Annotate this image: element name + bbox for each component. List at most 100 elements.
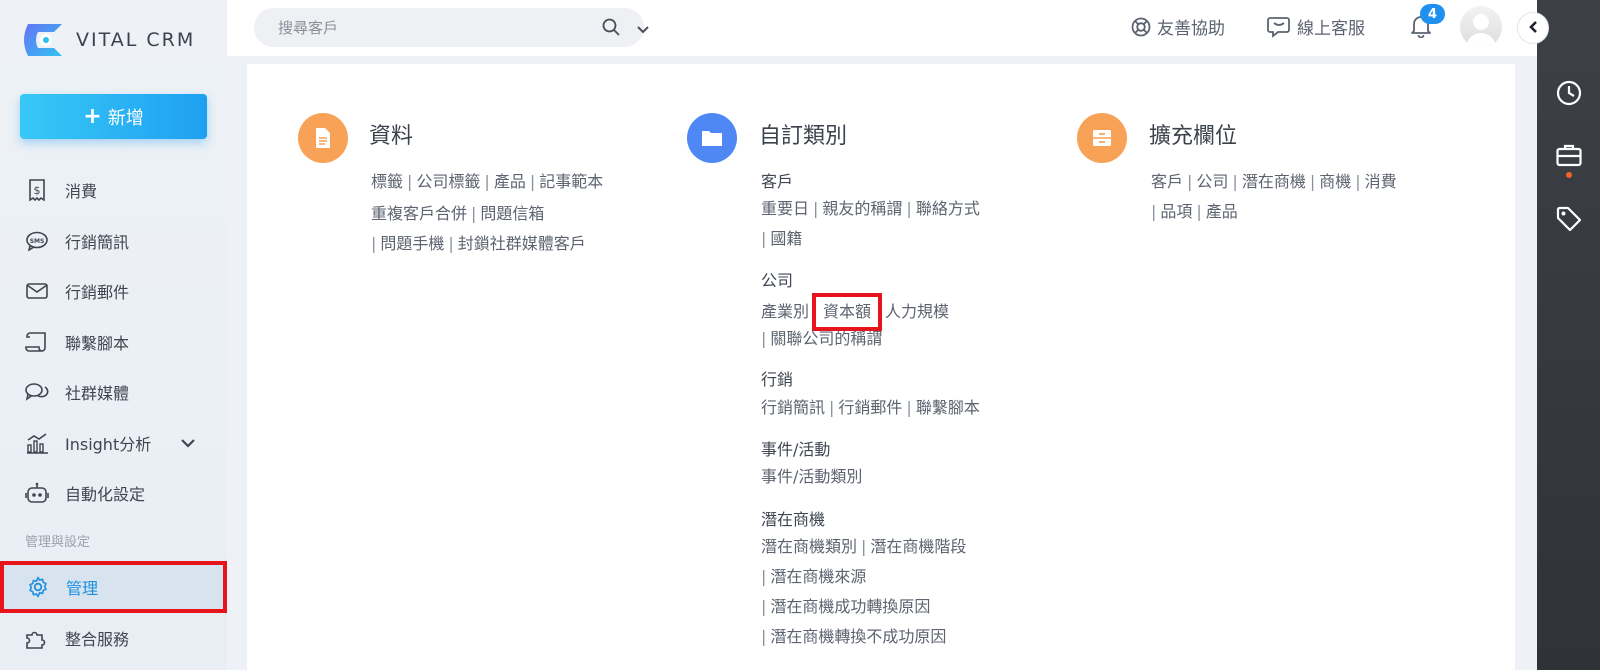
link-ext-leads[interactable]: 潛在商機	[1242, 172, 1306, 191]
sidebar-item-label: 管理	[66, 579, 99, 598]
data-links-line2: 重複客戶合併 | 問題信箱	[371, 204, 545, 223]
clock-icon[interactable]	[1556, 80, 1582, 110]
search-icon[interactable]	[602, 18, 620, 40]
sidebar-item-label: 社群媒體	[65, 384, 130, 404]
search-input[interactable]	[254, 18, 554, 37]
folder-icon	[687, 113, 737, 163]
link-lead-stages[interactable]: 潛在商機階段	[870, 537, 966, 556]
briefcase-icon[interactable]	[1556, 143, 1582, 171]
sidebar-nav: $ 消費 SMS 行銷簡訊 行銷郵件 聯繫腳本 社群媒體 Insight分析 自…	[0, 165, 227, 519]
link-company-tags[interactable]: 公司標籤	[416, 172, 480, 191]
online-support-link[interactable]: 線上客服	[1267, 14, 1365, 39]
column-title-extended: 擴充欄位	[1149, 124, 1238, 149]
notification-count-badge: 4	[1420, 4, 1445, 24]
receipt-dollar-icon: $	[25, 178, 49, 202]
settings-panel: 資料 標籤 | 公司標籤 | 產品 | 記事範本 重複客戶合併 | 問題信箱 | 問題手機 | 封鎖社…	[247, 64, 1515, 670]
cabinet-icon	[1077, 113, 1127, 163]
sidebar-item-label: 消費	[65, 182, 98, 202]
link-problem-email[interactable]: 問題信箱	[480, 204, 544, 223]
chevron-down-icon[interactable]	[180, 433, 196, 452]
svg-text:SMS: SMS	[30, 238, 45, 245]
column-title-custom: 自訂類別	[759, 124, 848, 149]
link-sms-marketing[interactable]: 行銷簡訊	[761, 398, 825, 417]
vital-crm-logo-icon	[22, 18, 68, 62]
section-label-management: 管理與設定	[25, 535, 91, 550]
link-industry[interactable]: 產業別	[761, 302, 809, 321]
sidebar-item-integrations[interactable]: 整合服務	[0, 612, 227, 664]
link-lead-failure-reasons[interactable]: 潛在商機轉換不成功原因	[770, 627, 946, 646]
document-icon	[298, 113, 348, 163]
link-workforce-size[interactable]: 人力規模	[885, 302, 949, 321]
link-contact-methods[interactable]: 聯絡方式	[916, 199, 980, 218]
link-problem-phone[interactable]: 問題手機	[380, 234, 444, 253]
link-products[interactable]: 產品	[494, 172, 526, 191]
link-ext-items[interactable]: 品項	[1160, 202, 1192, 221]
sidebar-item-sms-marketing[interactable]: SMS 行銷簡訊	[0, 216, 227, 267]
link-ext-consumption[interactable]: 消費	[1365, 172, 1397, 191]
envelope-icon	[25, 279, 49, 303]
link-note-templates[interactable]: 記事範本	[539, 172, 603, 191]
analytics-chart-icon	[25, 431, 49, 455]
chat-bubbles-icon	[25, 380, 49, 404]
link-ext-company[interactable]: 公司	[1196, 172, 1228, 191]
lifebuoy-icon	[1131, 17, 1151, 37]
sidebar-item-social-media[interactable]: 社群媒體	[0, 367, 227, 418]
sidebar-item-label: 行銷簡訊	[65, 232, 130, 252]
link-event-categories[interactable]: 事件/活動類別	[761, 467, 862, 486]
add-new-button[interactable]: + 新增	[20, 94, 207, 139]
chevron-left-icon	[1528, 19, 1538, 38]
robot-icon	[25, 481, 49, 505]
link-contact-scripts[interactable]: 聯繫腳本	[916, 398, 980, 417]
link-email-marketing[interactable]: 行銷郵件	[838, 398, 902, 417]
link-blocked-social-customers[interactable]: 封鎖社群媒體客戶	[458, 234, 586, 253]
chevron-down-icon[interactable]	[636, 20, 650, 39]
link-tags[interactable]: 標籤	[371, 172, 403, 191]
data-links-line1: 標籤 | 公司標籤 | 產品 | 記事範本	[371, 172, 604, 191]
sidebar-item-label: Insight分析	[65, 434, 152, 454]
plus-icon: +	[83, 104, 102, 129]
sidebar-item-consumption[interactable]: $ 消費	[0, 165, 227, 216]
link-ext-products[interactable]: 產品	[1206, 202, 1238, 221]
link-lead-success-reasons[interactable]: 潛在商機成功轉換原因	[770, 597, 930, 616]
sms-bubble-icon: SMS	[25, 229, 49, 253]
marketing-links-line1: 行銷簡訊 | 行銷郵件 | 聯繫腳本	[761, 398, 980, 417]
leads-links-line1: 潛在商機類別 | 潛在商機階段	[761, 537, 967, 556]
link-nationality[interactable]: 國籍	[770, 229, 802, 248]
link-important-dates[interactable]: 重要日	[761, 199, 809, 218]
sidebar-item-insight[interactable]: Insight分析	[0, 418, 227, 469]
brand-logo[interactable]: VITAL CRM	[22, 18, 195, 62]
svg-text:$: $	[34, 184, 41, 197]
data-links-line3: | 問題手機 | 封鎖社群媒體客戶	[371, 234, 586, 253]
sidebar-item-label: 自動化設定	[65, 485, 146, 505]
puzzle-icon	[25, 626, 49, 650]
gear-icon	[26, 575, 50, 599]
group-title-company: 公司	[761, 271, 794, 290]
group-title-customer: 客戶	[761, 172, 794, 191]
link-affiliate-company-titles[interactable]: 關聯公司的稱謂	[770, 329, 882, 348]
script-scroll-icon	[25, 330, 49, 354]
tag-icon[interactable]	[1556, 206, 1582, 236]
collapse-panel-button[interactable]	[1517, 12, 1549, 44]
company-links-line2: | 關聯公司的稱謂	[761, 329, 883, 348]
sidebar-item-contact-script[interactable]: 聯繫腳本	[0, 317, 227, 368]
link-lead-sources[interactable]: 潛在商機來源	[770, 567, 866, 586]
add-new-label: 新增	[107, 107, 144, 129]
search-box	[254, 8, 649, 47]
sidebar-item-automation[interactable]: 自動化設定	[0, 468, 227, 519]
brand-name: VITAL CRM	[76, 29, 196, 51]
right-rail	[1537, 0, 1600, 670]
help-label: 友善協助	[1157, 19, 1225, 39]
link-ext-opportunities[interactable]: 商機	[1319, 172, 1351, 191]
link-ext-customer[interactable]: 客戶	[1151, 172, 1183, 191]
sidebar-item-management[interactable]: 管理	[0, 561, 227, 613]
sidebar-item-label: 行銷郵件	[65, 283, 130, 303]
unread-dot	[1566, 172, 1572, 178]
help-link[interactable]: 友善協助	[1131, 14, 1225, 39]
sidebar-item-email-marketing[interactable]: 行銷郵件	[0, 266, 227, 317]
link-relative-titles[interactable]: 親友的稱謂	[822, 199, 902, 218]
top-bar: 友善協助 線上客服 4	[227, 0, 1549, 56]
link-lead-categories[interactable]: 潛在商機類別	[761, 537, 857, 556]
link-merge-duplicates[interactable]: 重複客戶合併	[371, 204, 467, 223]
user-avatar[interactable]	[1460, 6, 1502, 48]
leads-links-line4: | 潛在商機轉換不成功原因	[761, 627, 947, 646]
